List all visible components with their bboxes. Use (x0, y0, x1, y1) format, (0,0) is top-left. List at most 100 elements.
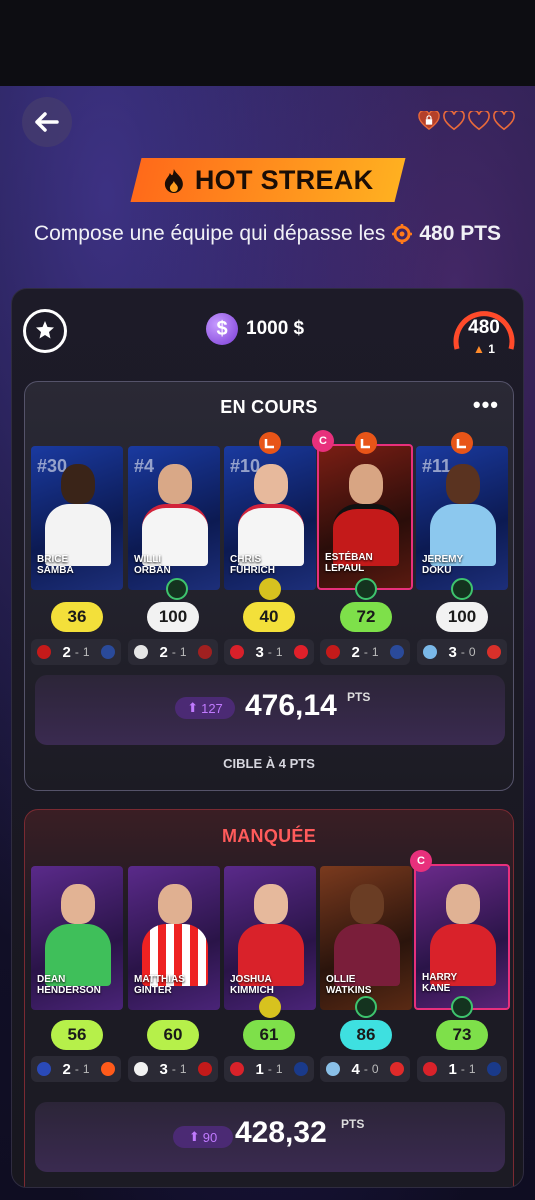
star-badge-icon (36, 321, 54, 339)
match-result: 1-1 (417, 1056, 507, 1082)
captain-badge: C (410, 850, 432, 872)
club-logo-icon (198, 645, 212, 659)
bonus-badge: ⬆ 90 (173, 1126, 233, 1148)
player-score: 40 (243, 602, 295, 632)
player-card[interactable]: JOSHUA KIMMICH (224, 866, 316, 1010)
flame-icon (164, 168, 183, 192)
points-unit: PTS (341, 1117, 365, 1131)
player-score: 100 (436, 602, 488, 632)
target-gap: CIBLE À 4 PTS (223, 756, 315, 771)
objective-text: Compose une équipe qui dépasse les 480 P… (0, 222, 535, 246)
player-score: 100 (147, 602, 199, 632)
club-logo-icon (230, 645, 244, 659)
coin-amount: 1000 $ (246, 318, 305, 339)
heart-empty-icon (493, 111, 515, 131)
player-name: BRICE SAMBA (37, 554, 74, 576)
player-card[interactable]: #4 WILLI ORBÁN (128, 446, 220, 590)
bonus-tag-icon (259, 432, 281, 454)
back-button[interactable] (22, 97, 72, 147)
points-unit: PTS (347, 690, 371, 704)
badge-button[interactable] (23, 309, 67, 353)
team-total: ⬆ 90 428,32 PTS (35, 1102, 505, 1172)
hot-streak-banner: HOT STREAK (130, 158, 406, 202)
total-points: 428,32 (235, 1116, 327, 1149)
bonus-tag-icon (355, 432, 377, 454)
streak-count: 1 (488, 342, 495, 356)
target-icon (392, 224, 413, 244)
gauge-streak: ▲ 1 (451, 342, 517, 356)
green-chip-icon (355, 578, 377, 600)
player-portrait (158, 884, 192, 924)
player-portrait (349, 464, 383, 504)
bonus-tag-icon (451, 432, 473, 454)
player-name: WILLI ORBÁN (134, 554, 171, 576)
arrow-left-icon (35, 112, 59, 132)
player-portrait (446, 884, 480, 924)
player-card[interactable]: HARRY KANE (414, 864, 510, 1010)
player-card[interactable]: #11 JEREMY DOKU (416, 446, 508, 590)
player-portrait (158, 464, 192, 504)
captain-badge: C (312, 430, 334, 452)
section-missed: MANQUÉE DEAN HENDERSON MATTHIAS GINTER JOS… (24, 809, 514, 1187)
club-logo-icon (487, 1062, 501, 1076)
objective-label: Compose une équipe qui dépasse les (33, 222, 386, 245)
player-score: 61 (243, 1020, 295, 1050)
total-points: 476,14 (245, 689, 337, 722)
yellow-chip-icon (259, 578, 281, 600)
match-result: 1-1 (224, 1056, 314, 1082)
player-card[interactable]: DEAN HENDERSON (31, 866, 123, 1010)
player-score: 56 (51, 1020, 103, 1050)
club-logo-icon (294, 645, 308, 659)
player-name: ESTÉBAN LEPAUL (325, 552, 373, 574)
club-logo-icon (198, 1062, 212, 1076)
section-title: EN COURS (220, 397, 318, 417)
player-name: JOSHUA KIMMICH (230, 974, 274, 996)
status-bar (0, 0, 535, 86)
arrow-up-icon: ⬆ (187, 700, 199, 715)
player-card[interactable]: OLLIE WATKINS (320, 866, 412, 1010)
club-logo-icon (390, 645, 404, 659)
coin-balance: $ 1000 $ (206, 313, 304, 345)
player-name: OLLIE WATKINS (326, 974, 372, 996)
match-result: 2-1 (31, 639, 121, 665)
player-card[interactable]: #30 BRICE SAMBA (31, 446, 123, 590)
club-logo-icon (230, 1062, 244, 1076)
match-result: 2-1 (320, 639, 410, 665)
coin-icon: $ (206, 313, 238, 345)
arrow-up-icon: ⬆ (188, 1129, 200, 1144)
player-portrait (61, 464, 95, 504)
player-name: JEREMY DOKU (422, 554, 464, 576)
club-logo-icon (423, 1062, 437, 1076)
player-score: 86 (340, 1020, 392, 1050)
section-in-progress: EN COURS ••• #30 BRICE SAMBA #4 WILLI ORBÁ… (24, 381, 514, 791)
club-logo-icon (101, 645, 115, 659)
player-score: 60 (147, 1020, 199, 1050)
player-name: MATTHIAS GINTER (134, 974, 185, 996)
match-result: 3-1 (128, 1056, 218, 1082)
player-card[interactable]: MATTHIAS GINTER (128, 866, 220, 1010)
match-result: 2-1 (128, 639, 218, 665)
player-name: DEAN HENDERSON (37, 974, 101, 996)
page-title: HOT STREAK (194, 164, 374, 195)
player-card[interactable]: #10 CHRIS FÜHRICH (224, 446, 316, 590)
club-logo-icon (37, 1062, 51, 1076)
player-card[interactable]: ESTÉBAN LEPAUL (317, 444, 413, 590)
heart-empty-icon (468, 111, 490, 131)
player-score: 36 (51, 602, 103, 632)
match-result: 2-1 (31, 1056, 121, 1082)
match-result: 3-1 (224, 639, 314, 665)
match-result: 3-0 (417, 639, 507, 665)
green-chip-icon (166, 578, 188, 600)
player-score: 72 (340, 602, 392, 632)
team-panel: $ 1000 $ 480 ▲ 1 EN COURS ••• #30 BRICE S… (11, 288, 524, 1188)
yellow-chip-icon (259, 996, 281, 1018)
gauge-value: 480 (468, 317, 500, 338)
match-result: 4-0 (320, 1056, 410, 1082)
score-gauge: 480 ▲ 1 (451, 303, 517, 363)
more-options-button[interactable]: ••• (473, 392, 499, 418)
player-score: 73 (436, 1020, 488, 1050)
green-chip-icon (451, 578, 473, 600)
club-logo-icon (487, 645, 501, 659)
green-chip-icon (451, 996, 473, 1018)
heart-empty-icon (443, 111, 465, 131)
